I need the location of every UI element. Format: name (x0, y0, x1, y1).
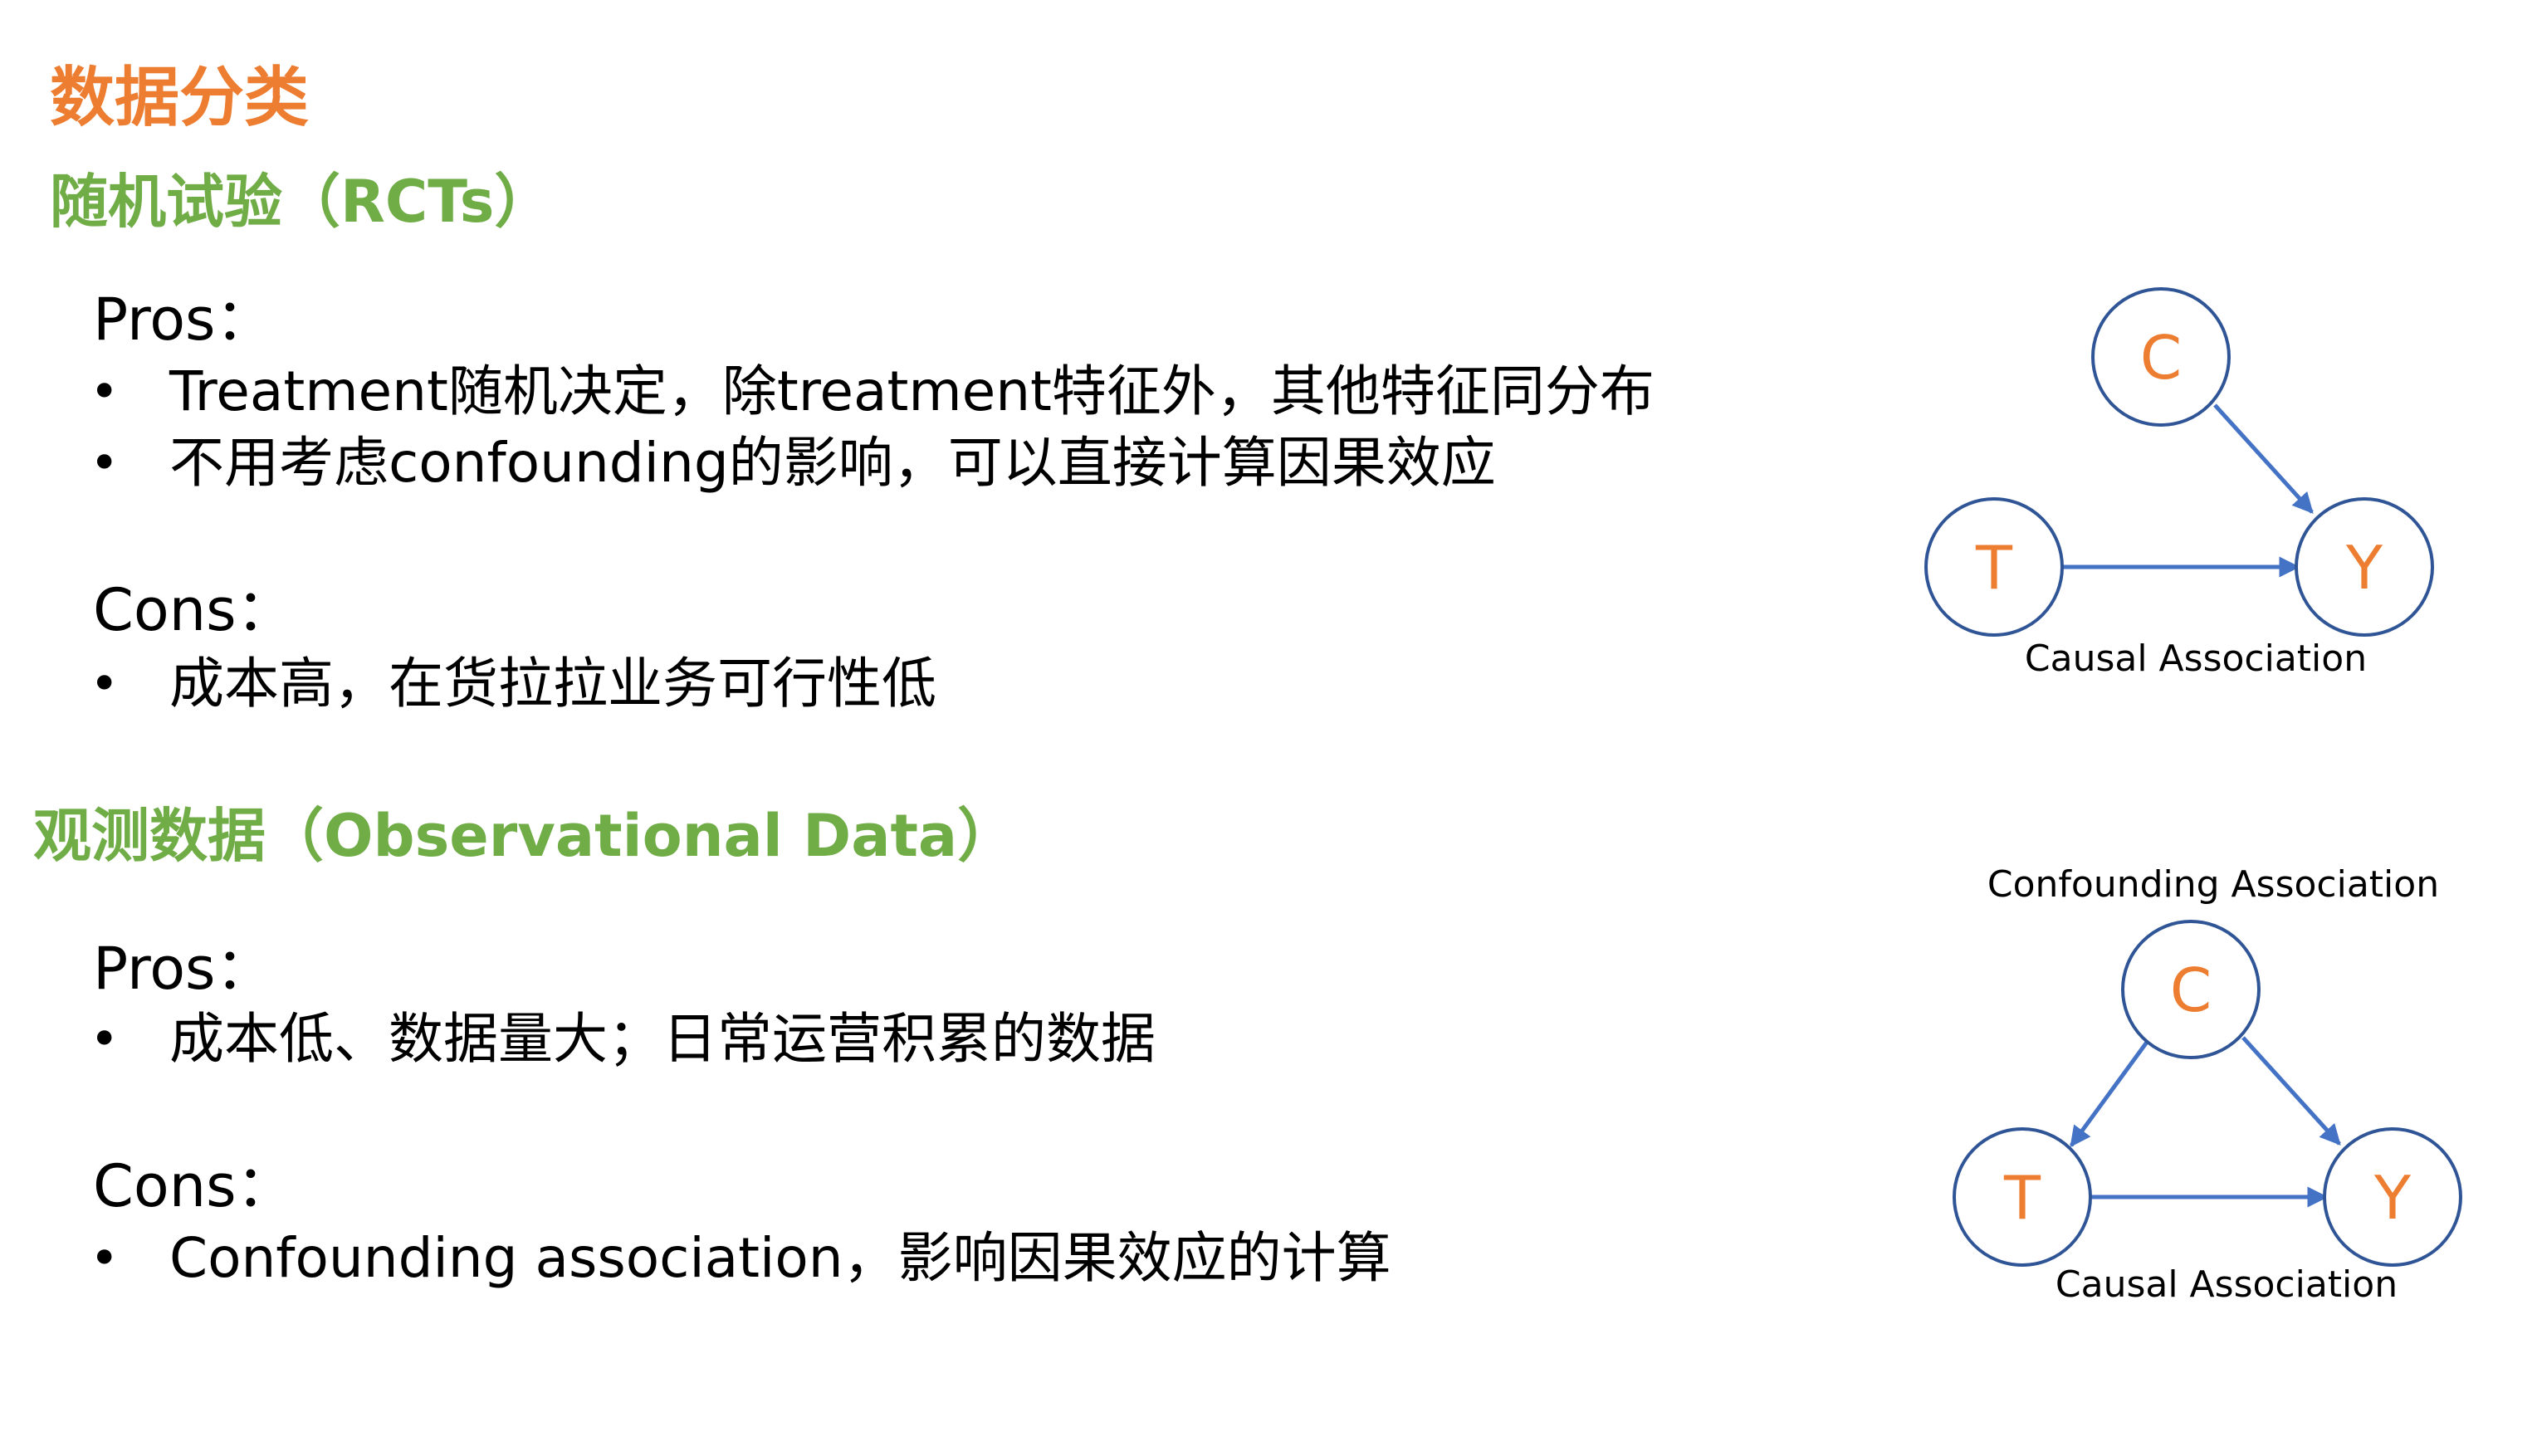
rct-cons-text: 成本高，在货拉拉业务可行性低 (169, 652, 936, 716)
observational-heading: 观测数据（Observational Data） (33, 802, 1016, 870)
observational-pros-item: • 成本低、数据量大；日常运营积累的数据 (90, 1003, 1156, 1076)
svg-text:Y: Y (2373, 1163, 2412, 1233)
bullet-icon: • (90, 434, 120, 492)
svg-text:T: T (2003, 1163, 2041, 1233)
rct-pros-item: • 不用考虑confounding的影响，可以直接计算因果效应 (90, 427, 1496, 500)
causal-association-label: Causal Association (2056, 1263, 2398, 1306)
node-c: C (2091, 287, 2231, 427)
node-c: C (2121, 920, 2261, 1059)
rct-pros-item: • Treatment随机决定，除treatment特征外，其他特征同分布 (90, 355, 1655, 428)
bullet-icon: • (90, 1010, 120, 1068)
svg-text:Y: Y (2345, 533, 2383, 603)
causal-association-label: Causal Association (2025, 638, 2367, 680)
confounder-to-outcome-arrow (2241, 1036, 2341, 1146)
rct-pros-text: Treatment随机决定，除treatment特征外，其他特征同分布 (169, 359, 1655, 423)
rct-cons-item: • 成本高，在货拉拉业务可行性低 (90, 647, 936, 721)
observational-cons-text: Confounding association，影响因果效应的计算 (169, 1226, 1391, 1290)
rct-pros-label: Pros： (93, 286, 274, 354)
observational-cons-label: Cons： (93, 1152, 295, 1220)
rct-causal-diagram: C T Y Causal Association (1924, 287, 2434, 680)
rct-pros-text: 不用考虑confounding的影响，可以直接计算因果效应 (169, 431, 1496, 495)
observational-pros-label: Pros： (93, 935, 274, 1003)
node-y: Y (2323, 1127, 2462, 1267)
svg-text:T: T (1975, 533, 2013, 603)
confounding-association-label: Confounding Association (1987, 863, 2439, 906)
node-t: T (1924, 497, 2064, 637)
observational-cons-item: • Confounding association，影响因果效应的计算 (90, 1222, 1391, 1295)
rct-heading: 随机试验（RCTs） (50, 168, 553, 236)
bullet-icon: • (90, 1229, 120, 1287)
page-title: 数据分类 (50, 61, 310, 135)
observational-diagram: Confounding Association C T Y Causal Ass… (1953, 863, 2462, 1306)
node-y: Y (2295, 497, 2434, 637)
observational-pros-text: 成本低、数据量大；日常运营积累的数据 (169, 1007, 1156, 1071)
rct-cons-label: Cons： (93, 576, 295, 644)
svg-text:C: C (2140, 323, 2182, 393)
bullet-icon: • (90, 363, 120, 421)
confounder-to-outcome-arrow (2213, 403, 2314, 514)
confounder-to-treatment-arrow (2069, 1036, 2153, 1148)
node-t: T (1953, 1127, 2092, 1267)
svg-text:C: C (2170, 955, 2212, 1025)
bullet-icon: • (90, 655, 120, 713)
